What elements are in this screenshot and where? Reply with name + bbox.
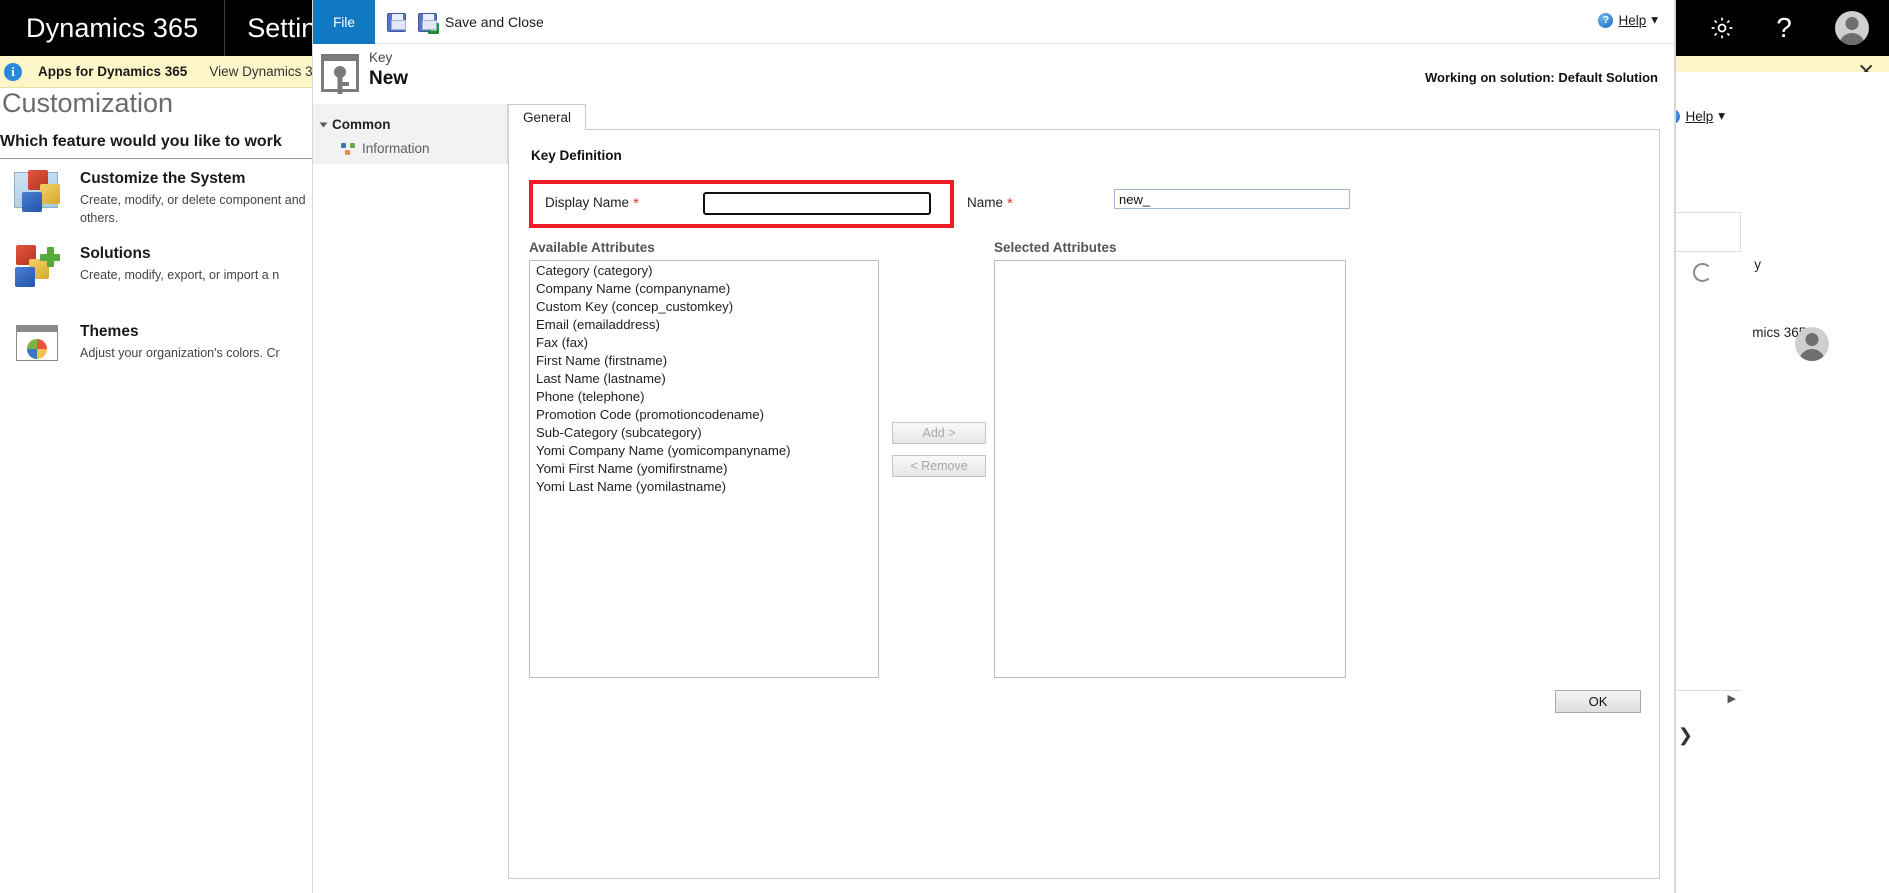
selected-attributes-label: Selected Attributes <box>994 240 1117 255</box>
dialog-left-nav: Common Information <box>313 104 508 164</box>
list-item[interactable]: Category (category) <box>530 261 878 279</box>
loading-spinner-icon <box>1693 263 1712 282</box>
key-icon <box>321 54 359 94</box>
feature-title: Customize the System <box>80 170 246 187</box>
section-heading: Which feature would you like to work <box>0 133 330 159</box>
ok-button[interactable]: OK <box>1555 690 1641 713</box>
dialog-entity-kicker: Key <box>369 50 393 65</box>
save-button[interactable] <box>387 12 406 32</box>
selected-attributes-list[interactable] <box>994 260 1346 678</box>
feature-title: Solutions <box>80 245 151 262</box>
chevron-right-small-icon[interactable]: ▶ <box>1728 692 1736 705</box>
right-help-label: Help <box>1685 108 1714 124</box>
dialog-header: Key New Working on solution: Default Sol… <box>313 44 1674 104</box>
feature-description: Adjust your organization's colors. Cr <box>80 346 280 360</box>
list-item[interactable]: Sub-Category (subcategory) <box>530 423 878 441</box>
display-name-input[interactable] <box>703 192 931 215</box>
solution-context-label: Working on solution: Default Solution <box>1424 70 1658 85</box>
transfer-buttons: Add > < Remove <box>892 422 986 488</box>
page-title: Customization <box>2 88 174 118</box>
list-item[interactable]: First Name (firstname) <box>530 351 878 369</box>
required-marker: * <box>633 195 639 212</box>
list-item[interactable]: Fax (fax) <box>530 333 878 351</box>
available-attributes-label: Available Attributes <box>529 240 655 255</box>
help-icon[interactable]: ? <box>1753 0 1815 56</box>
info-icon: i <box>4 62 22 81</box>
navbar-right-actions: ? <box>1691 0 1889 56</box>
notification-link[interactable]: View Dynamics 365 <box>209 64 327 79</box>
solutions-icon <box>14 245 62 289</box>
key-definition-panel: Key Definition Display Name* Name* Avail… <box>508 130 1660 879</box>
nav-group-label: Common <box>332 117 391 132</box>
chevron-down-icon: ▾ <box>1718 108 1725 123</box>
key-dialog: File x Save and Close ? Help ▾ Key New W… <box>313 0 1675 893</box>
list-item[interactable]: Custom Key (concep_customkey) <box>530 297 878 315</box>
list-item[interactable]: Company Name (companyname) <box>530 279 878 297</box>
avatar-image <box>1835 11 1869 45</box>
list-item[interactable]: Last Name (lastname) <box>530 369 878 387</box>
app-brand[interactable]: Dynamics 365 <box>0 0 224 56</box>
sidebar-item-label: Information <box>362 141 430 156</box>
themes-icon <box>14 323 62 367</box>
feature-solutions[interactable]: Solutions Create, modify, export, or imp… <box>14 245 310 289</box>
tabstrip: General <box>508 104 1674 130</box>
list-item[interactable]: Promotion Code (promotioncodename) <box>530 405 878 423</box>
information-nodes-icon <box>341 142 355 155</box>
notification-title: Apps for Dynamics 365 <box>38 64 188 79</box>
save-icon <box>387 12 406 32</box>
file-tab[interactable]: File <box>313 0 375 44</box>
list-item[interactable]: Yomi Company Name (yomicompanyname) <box>530 441 878 459</box>
save-and-close-icon: x <box>418 12 439 34</box>
dialog-content: General Key Definition Display Name * Nam… <box>508 104 1674 893</box>
nav-group-common[interactable]: Common <box>313 114 507 138</box>
chevron-down-icon: ▾ <box>1651 12 1658 27</box>
add-button[interactable]: Add > <box>892 422 986 444</box>
right-partial-word: y <box>1754 257 1761 272</box>
dialog-title: New <box>369 68 409 89</box>
save-and-close-label: Save and Close <box>445 14 544 30</box>
feature-description: Create, modify, or delete component and … <box>80 193 306 226</box>
remove-button[interactable]: < Remove <box>892 455 986 477</box>
name-input[interactable] <box>1114 189 1350 209</box>
right-avatar <box>1795 327 1829 361</box>
display-name-label: Display Name * <box>545 195 639 212</box>
customize-system-icon <box>14 170 62 214</box>
available-attributes-list[interactable]: Category (category) Company Name (company… <box>529 260 879 678</box>
feature-title: Themes <box>80 323 139 340</box>
name-label: Name * <box>967 195 1013 212</box>
help-badge-icon: ? <box>1598 12 1614 28</box>
list-item[interactable]: Phone (telephone) <box>530 387 878 405</box>
required-marker: * <box>1007 195 1013 212</box>
avatar[interactable] <box>1815 0 1889 56</box>
ribbon-commands: x Save and Close <box>387 0 544 44</box>
dialog-ribbon: File x Save and Close ? Help ▾ <box>313 0 1674 44</box>
chevron-right-icon[interactable]: ❯ <box>1678 725 1693 746</box>
dialog-help-link[interactable]: ? Help ▾ <box>1598 12 1658 28</box>
list-item[interactable]: Yomi First Name (yomifirstname) <box>530 459 878 477</box>
sidebar-item-information[interactable]: Information <box>313 138 507 159</box>
dialog-help-label: Help <box>1618 12 1647 28</box>
gear-icon[interactable] <box>1691 0 1753 56</box>
name-fields-row: Display Name * Name * <box>529 180 1364 228</box>
tab-general[interactable]: General <box>508 104 587 130</box>
feature-themes[interactable]: Themes Adjust your organization's colors… <box>14 323 310 367</box>
close-overlay-icon: x <box>428 22 439 34</box>
key-definition-heading: Key Definition <box>531 148 622 163</box>
list-item[interactable]: Yomi Last Name (yomilastname) <box>530 477 878 495</box>
list-item[interactable]: Email (emailaddress) <box>530 315 878 333</box>
dialog-body: Common Information General Key Definitio… <box>313 104 1674 893</box>
feature-customize-the-system[interactable]: Customize the System Create, modify, or … <box>14 170 310 227</box>
screen-root: Dynamics 365 Setting ? i Apps for Dynami… <box>0 0 1889 893</box>
save-and-close-button[interactable]: x Save and Close <box>418 12 544 34</box>
feature-description: Create, modify, export, or import a n <box>80 268 280 282</box>
chevron-down-icon <box>319 122 328 127</box>
